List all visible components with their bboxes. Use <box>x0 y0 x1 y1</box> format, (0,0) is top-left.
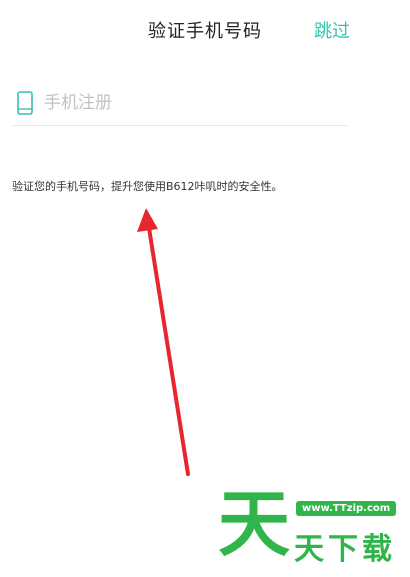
phone-input-row[interactable] <box>12 80 348 126</box>
phone-icon <box>17 90 33 115</box>
phone-input[interactable] <box>44 87 314 118</box>
watermark-big-char: 天 <box>218 482 291 566</box>
header: 验证手机号码 跳过 <box>0 0 410 58</box>
watermark-url: www.TTzip.com <box>296 501 397 516</box>
watermark-text: 天下载 <box>294 532 396 567</box>
description-text: 验证您的手机号码，提升您使用B612咔叽时的安全性。 <box>12 180 283 193</box>
skip-button[interactable]: 跳过 <box>314 17 350 43</box>
verify-phone-screen: 验证手机号码 跳过 验证您的手机号码，提升您使用B612咔叽时的安全性。 天 w… <box>0 0 410 577</box>
watermark: 天 www.TTzip.com 天下载 <box>218 484 410 577</box>
